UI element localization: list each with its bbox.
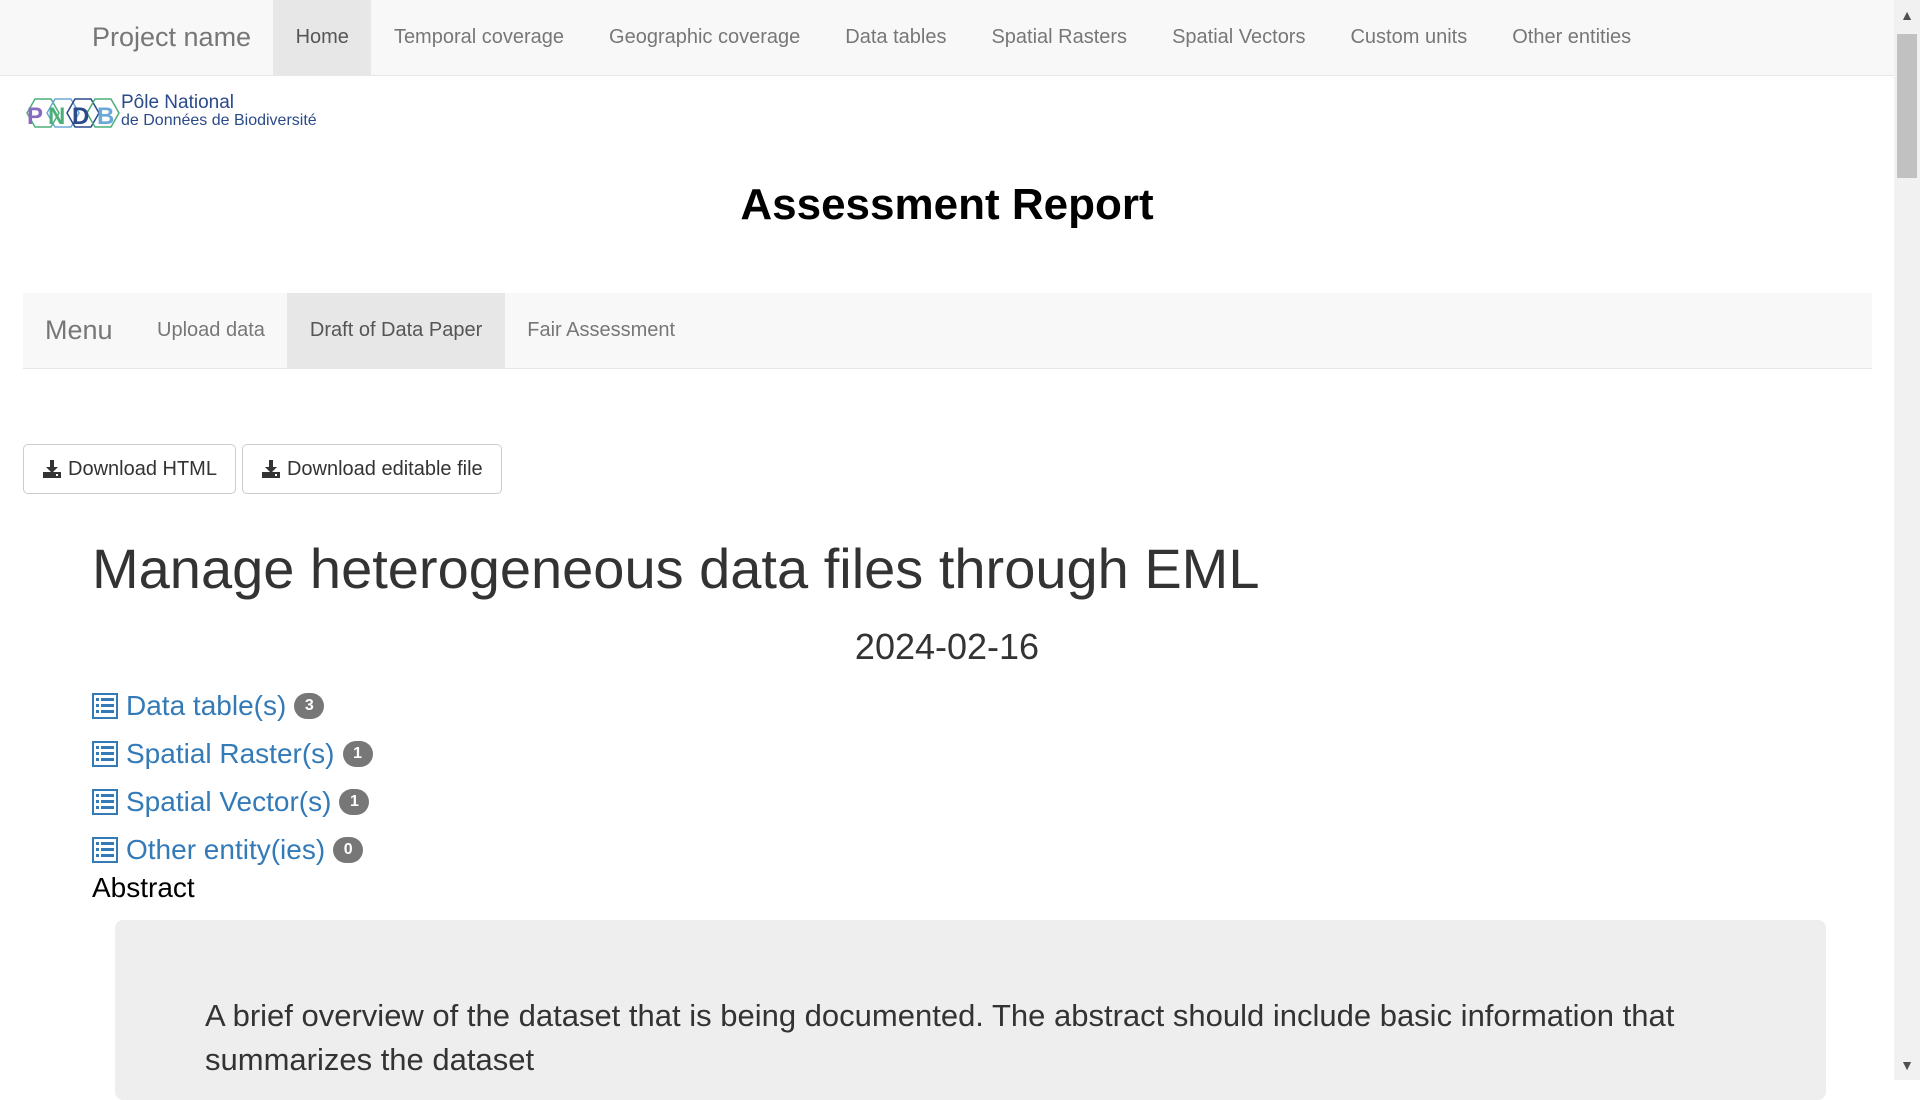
abstract-text: A brief overview of the dataset that is … [205,998,1675,1077]
data-tables-link[interactable]: Data table(s) [126,690,286,722]
list-item-spatial-rasters[interactable]: Spatial Raster(s) 1 [92,730,373,778]
abstract-heading: Abstract [92,872,195,903]
scroll-thumb[interactable] [1897,34,1917,178]
count-badge: 3 [294,693,325,719]
svg-text:N: N [48,103,65,130]
page-scrollbar[interactable]: ▲ ▼ [1894,0,1920,1080]
list-icon [92,741,118,767]
secondary-menu: Menu Upload data Draft of Data Paper Fai… [23,293,1872,369]
abstract-box: A brief overview of the dataset that is … [115,920,1826,1100]
nav-custom-units[interactable]: Custom units [1328,0,1490,75]
nav-geographic-coverage[interactable]: Geographic coverage [587,0,823,75]
download-editable-label: Download editable file [286,457,483,480]
download-button-row: Download HTML Download editable file [23,444,502,494]
nav-other-entities[interactable]: Other entities [1490,0,1654,75]
download-editable-file-button[interactable]: Download editable file [241,444,502,494]
download-html-label: Download HTML [68,457,217,480]
nav-spatial-rasters[interactable]: Spatial Rasters [969,0,1150,75]
tab-draft-of-data-paper[interactable]: Draft of Data Paper [287,293,505,368]
spatial-vectors-link[interactable]: Spatial Vector(s) [126,786,331,818]
pndb-logo: P N D B Pôle National de Données de Biod… [23,86,333,140]
nav-spatial-vectors[interactable]: Spatial Vectors [1150,0,1328,75]
svg-text:B: B [97,103,114,130]
count-badge: 1 [339,789,370,815]
download-icon [261,460,280,478]
count-badge: 1 [342,741,373,767]
download-icon [43,460,61,478]
list-item-spatial-vectors[interactable]: Spatial Vector(s) 1 [92,778,373,826]
nav-data-tables[interactable]: Data tables [823,0,969,75]
list-icon [92,693,118,719]
scroll-up-arrow-icon[interactable]: ▲ [1894,0,1920,30]
tab-upload-data[interactable]: Upload data [135,293,288,368]
page-title: Assessment Report [740,180,1154,229]
svg-text:D: D [72,103,89,130]
navbar-brand[interactable]: Project name [92,0,273,75]
logo-line-2: de Données de Biodiversité [121,112,317,129]
other-entities-link[interactable]: Other entity(ies) [126,834,325,866]
scroll-down-arrow-icon[interactable]: ▼ [1894,1050,1920,1080]
entity-list: Data table(s) 3 Spatial Raster(s) 1 Spat… [92,682,373,874]
top-navbar: Project name Home Temporal coverage Geog… [0,0,1894,76]
svg-text:P: P [27,103,43,130]
list-item-data-tables[interactable]: Data table(s) 3 [92,682,373,730]
logo-line-1: Pôle National [121,92,235,113]
list-icon [92,789,118,815]
count-badge: 0 [333,837,364,863]
nav-home[interactable]: Home [273,0,372,75]
logo-text: Pôle National de Données de Biodiversité [121,93,317,129]
download-html-button[interactable]: Download HTML [23,444,236,494]
menu-brand[interactable]: Menu [23,293,135,368]
list-item-other-entities[interactable]: Other entity(ies) 0 [92,826,373,874]
data-paper-title: Manage heterogeneous data files through … [92,537,1260,600]
list-icon [92,837,118,863]
data-paper-date: 2024-02-16 [854,626,1040,667]
nav-temporal-coverage[interactable]: Temporal coverage [371,0,586,75]
pndb-hexagon-logo-icon: P N D B [26,98,120,130]
tab-fair-assessment[interactable]: Fair Assessment [505,293,698,368]
spatial-rasters-link[interactable]: Spatial Raster(s) [126,738,335,770]
